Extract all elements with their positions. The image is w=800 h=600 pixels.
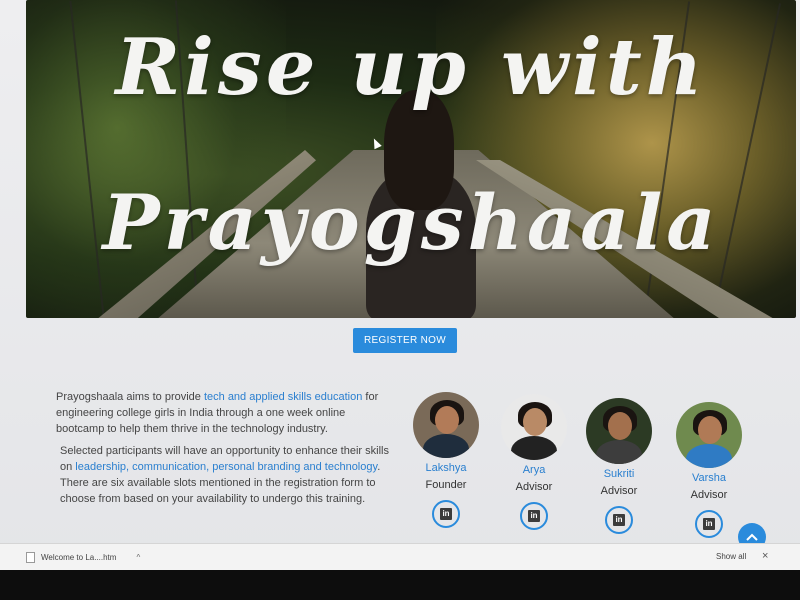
download-item[interactable]: Welcome to La....htm ^ <box>26 548 140 566</box>
linkedin-button[interactable]: in <box>695 510 723 538</box>
member-name: Sukriti <box>603 468 635 480</box>
download-file-name: Welcome to La....htm <box>41 552 117 562</box>
linkedin-icon: in <box>703 518 715 530</box>
linkedin-button[interactable]: in <box>520 502 548 530</box>
member-name: Varsha <box>691 472 727 484</box>
close-icon[interactable]: × <box>762 550 768 562</box>
linkedin-icon: in <box>613 514 625 526</box>
member-role: Founder <box>425 479 467 491</box>
download-bar: Welcome to La....htm ^ Show all × <box>0 543 800 570</box>
intro-link-skills[interactable]: tech and applied skills education <box>204 391 362 403</box>
linkedin-button[interactable]: in <box>432 500 460 528</box>
team-member-sukriti: Sukriti Advisor in <box>574 398 664 534</box>
register-now-button[interactable]: REGISTER NOW <box>353 328 457 353</box>
member-name: Arya <box>522 464 546 476</box>
show-all-button[interactable]: Show all <box>716 552 746 561</box>
chevron-up-icon[interactable]: ^ <box>136 553 140 562</box>
linkedin-button[interactable]: in <box>605 506 633 534</box>
intro-link-topics[interactable]: leadership, communication, personal bran… <box>75 461 377 473</box>
intro-paragraph-2: Selected participants will have an oppor… <box>60 445 389 505</box>
linkedin-icon: in <box>440 508 452 520</box>
chevron-up-icon <box>746 533 758 541</box>
avatar <box>676 402 742 468</box>
member-name: Lakshya <box>425 462 467 474</box>
hero-title-line2: Prayogshaala <box>102 178 720 267</box>
team-member-lakshya: Lakshya Founder in <box>401 392 491 528</box>
team-member-varsha: Varsha Advisor in <box>664 402 754 538</box>
linkedin-icon: in <box>528 510 540 522</box>
avatar <box>586 398 652 464</box>
file-icon <box>26 551 35 563</box>
avatar <box>413 392 479 458</box>
avatar <box>501 394 567 460</box>
team-member-arya: Arya Advisor in <box>489 394 579 530</box>
member-role: Advisor <box>515 481 553 493</box>
intro-text: Prayogshaala aims to provide tech and ap… <box>56 389 396 513</box>
browser-viewport: Rise up with Prayogshaala REGISTER NOW P… <box>0 0 800 570</box>
hero-banner: Rise up with Prayogshaala <box>26 0 796 318</box>
member-role: Advisor <box>690 489 728 501</box>
member-role: Advisor <box>600 485 638 497</box>
monitor-bezel <box>0 570 800 600</box>
intro-paragraph-1: Prayogshaala aims to provide tech and ap… <box>56 391 379 435</box>
hero-title-line1: Rise up with <box>115 22 707 113</box>
